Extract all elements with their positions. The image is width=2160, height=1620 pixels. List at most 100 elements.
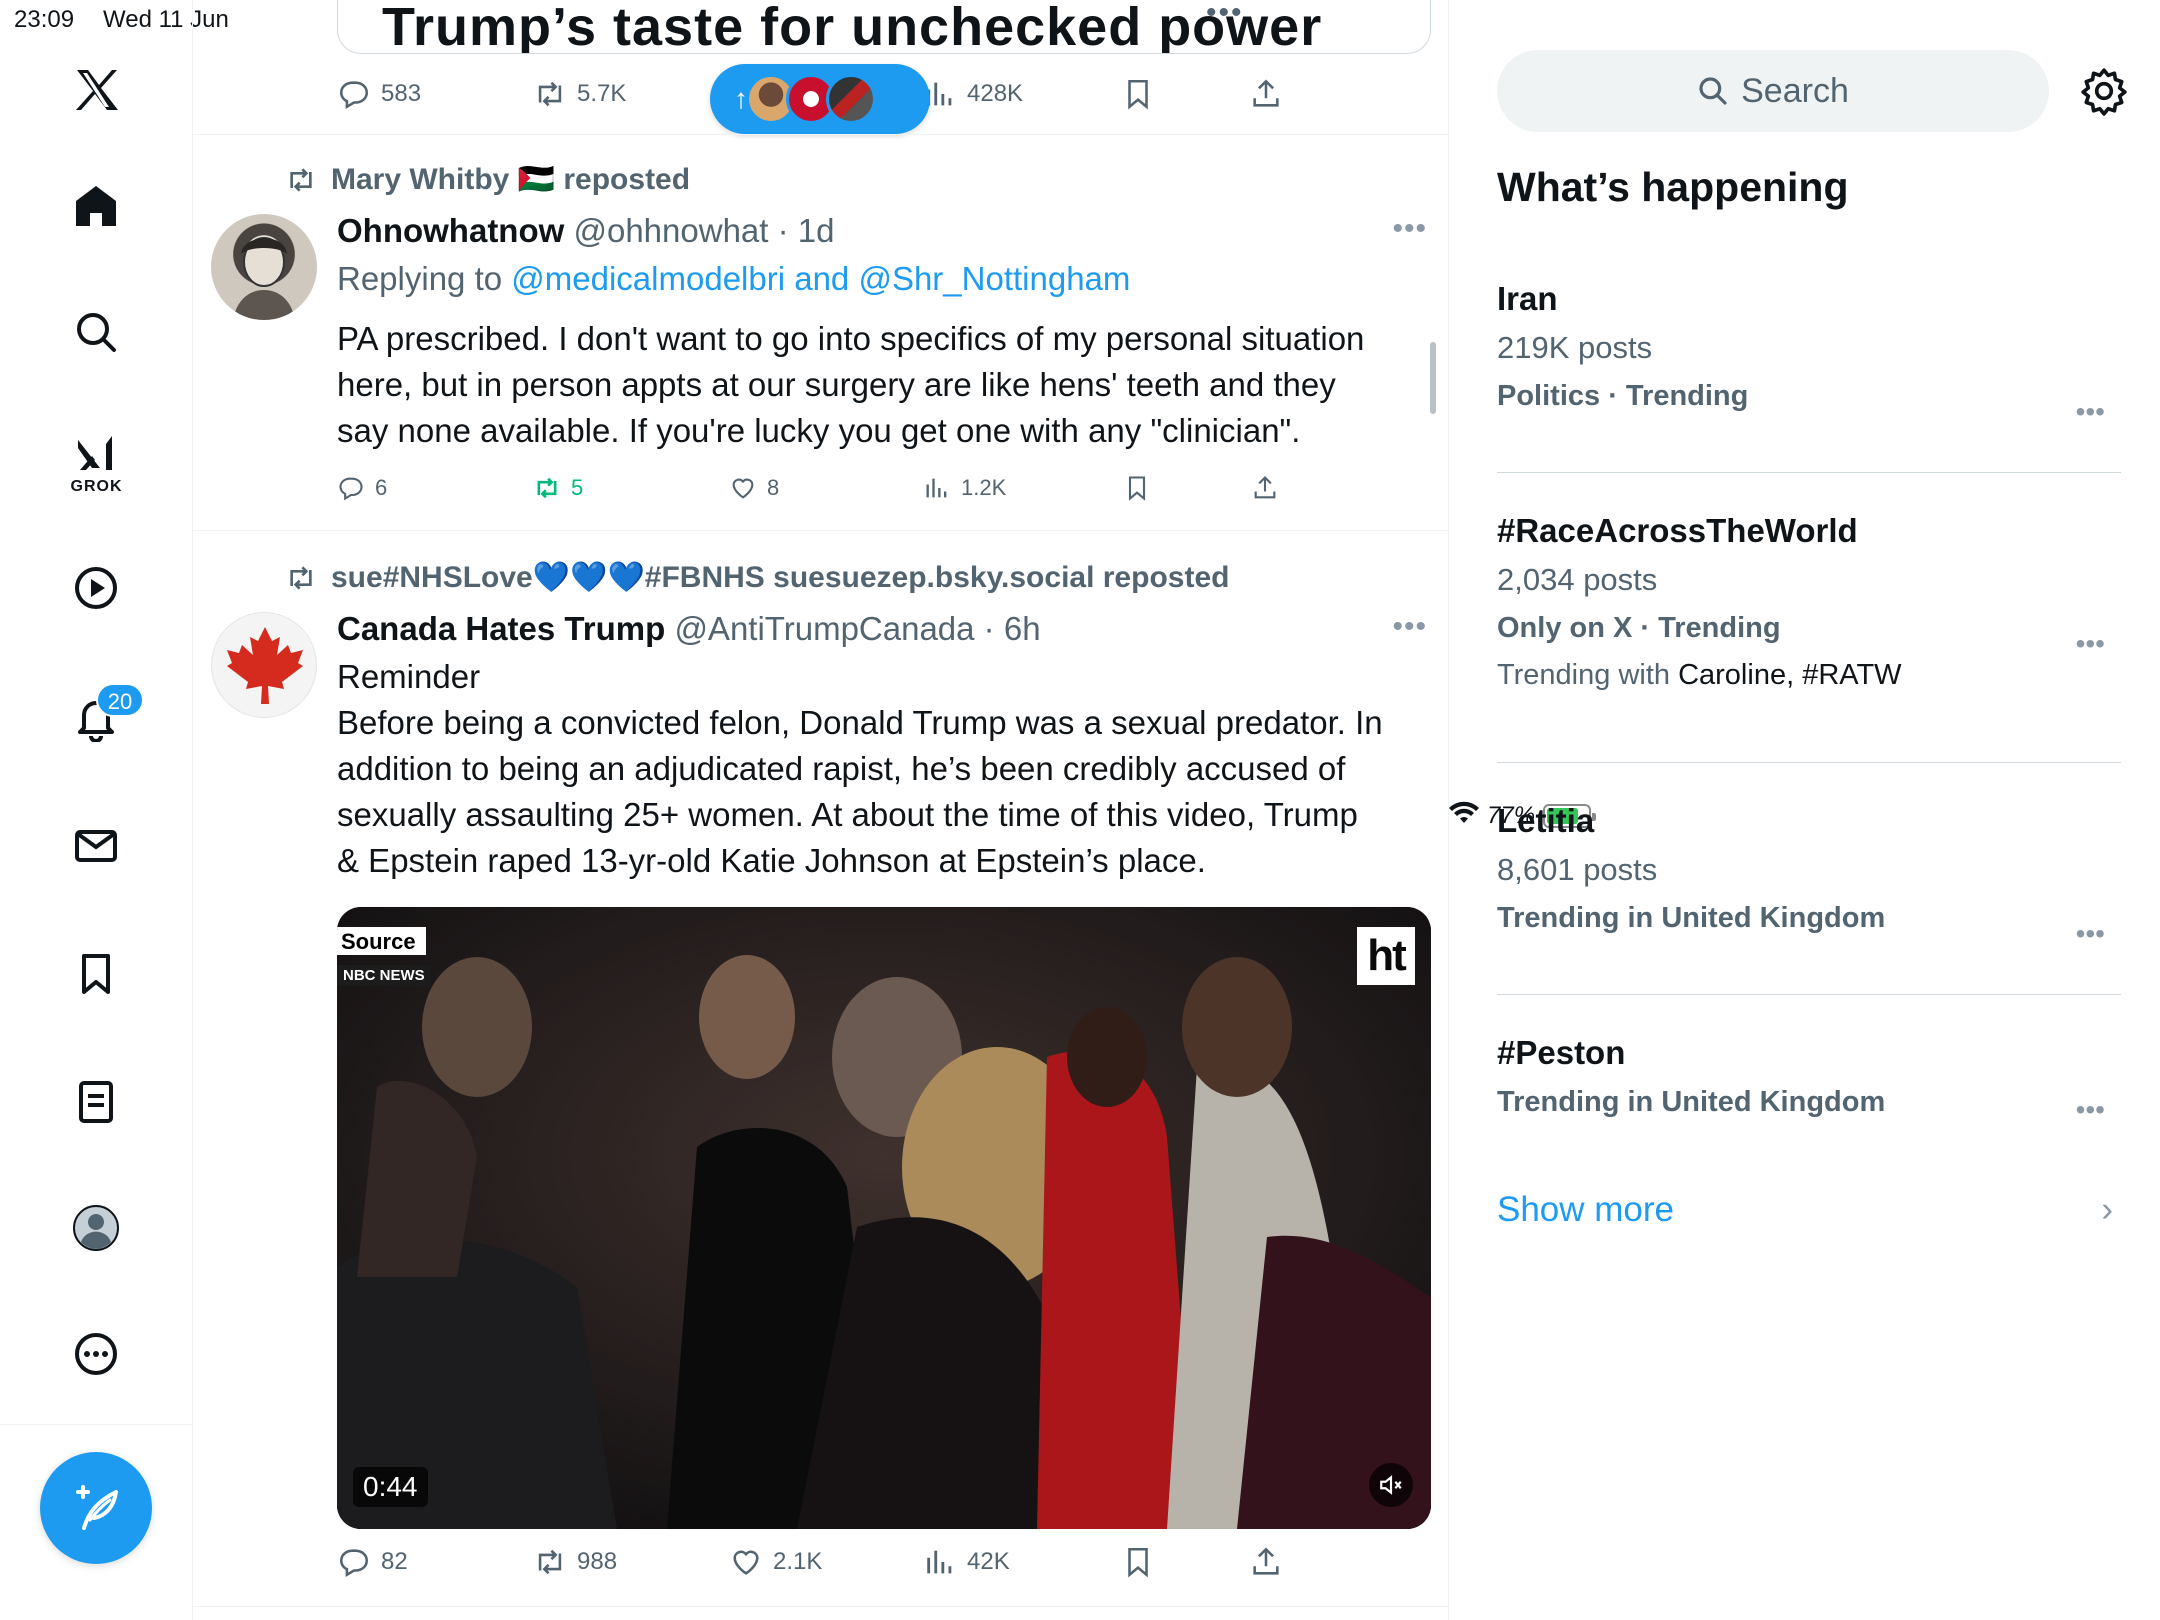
reply-count: 583: [381, 80, 422, 107]
repost-button[interactable]: 5: [533, 474, 583, 502]
trend-category: Only on X · Trending: [1497, 612, 1781, 644]
trend-title: Iran: [1497, 280, 1558, 317]
bookmark-icon: [1128, 1547, 1148, 1578]
search-input[interactable]: Search: [1497, 50, 2049, 132]
tweet-text: Reminder Before being a convicted felon,…: [337, 654, 1437, 884]
tweet-more-icon[interactable]: •••: [1392, 212, 1427, 246]
trend-more-icon[interactable]: •••: [2076, 918, 2105, 950]
previous-tweet-card[interactable]: Trump’s taste for unchecked power •••: [337, 0, 1431, 54]
trend-more-icon[interactable]: •••: [2076, 1094, 2105, 1126]
bookmark-button[interactable]: [1121, 1545, 1155, 1579]
repost-icon: [290, 565, 312, 590]
trending-with-prefix: Trending with: [1497, 659, 1671, 691]
user-avatar[interactable]: [211, 612, 317, 718]
card-headline: Trump’s taste for unchecked power: [382, 0, 1323, 54]
user-handle[interactable]: @ohhnowhat: [573, 212, 768, 249]
reply-button[interactable]: 583: [337, 77, 421, 111]
home-icon[interactable]: [64, 174, 128, 238]
scrollbar[interactable]: [1430, 342, 1436, 414]
messages-icon[interactable]: [64, 814, 128, 878]
tweet-text-line: Before being a convicted felon, Donald T…: [337, 704, 1383, 741]
trending-with: Trending with Caroline, #RATW: [1497, 659, 2121, 692]
compose-post-button[interactable]: [40, 1452, 152, 1564]
compose-feather-icon: [76, 1485, 118, 1530]
tweet-time[interactable]: 1d: [798, 212, 835, 249]
tweet-text-line: here, but in person appts at our surgery…: [337, 366, 1336, 403]
bookmark-icon: [1128, 476, 1146, 501]
mute-button[interactable]: [1369, 1463, 1413, 1507]
repost-button[interactable]: 988: [533, 1545, 617, 1579]
card-more-icon[interactable]: •••: [1206, 0, 1244, 30]
tweet-time[interactable]: 6h: [1004, 610, 1041, 647]
bookmark-icon: [1128, 79, 1148, 110]
tweet-divider: [193, 134, 1448, 135]
repost-icon: [538, 81, 562, 107]
reply-icon: [339, 477, 363, 501]
heart-icon: [733, 1550, 759, 1575]
trend-more-icon[interactable]: •••: [2076, 396, 2105, 428]
user-handle[interactable]: @AntiTrumpCanada: [674, 610, 974, 647]
x-logo-icon[interactable]: [64, 58, 128, 122]
more-options-icon[interactable]: [64, 1322, 128, 1386]
tweet-text-line: say none available. If you're lucky you …: [337, 412, 1301, 449]
settings-gear-icon[interactable]: [2079, 66, 2129, 116]
share-button[interactable]: [1249, 77, 1283, 111]
tweet-text: PA prescribed. I don't want to go into s…: [337, 316, 1437, 454]
replying-users-link[interactable]: @medicalmodelbri and @Shr_Nottingham: [511, 260, 1130, 297]
tweet-more-icon[interactable]: •••: [1392, 610, 1427, 644]
share-button[interactable]: [1249, 1545, 1283, 1579]
new-posts-pill[interactable]: ↑: [710, 64, 930, 134]
share-icon: [1253, 1547, 1279, 1575]
video-duration: 0:44: [353, 1467, 428, 1507]
trend-divider: [1497, 994, 2121, 995]
reply-button[interactable]: 6: [337, 474, 387, 502]
like-button[interactable]: 8: [729, 474, 779, 502]
search-icon[interactable]: [64, 300, 128, 364]
views-button[interactable]: 1.2K: [923, 474, 1006, 502]
views-button[interactable]: 428K: [923, 77, 1023, 111]
left-nav: GROK 20: [0, 0, 193, 1620]
tweet-divider: [193, 1606, 1448, 1607]
like-button[interactable]: 2.1K: [729, 1545, 822, 1579]
bookmarks-icon[interactable]: [64, 942, 128, 1006]
bookmark-button[interactable]: [1123, 474, 1151, 502]
dot-separator: ·: [974, 610, 1004, 647]
reply-count: 82: [381, 1548, 408, 1575]
trend-item[interactable]: Iran 219K posts Politics · Trending •••: [1497, 280, 2121, 440]
dot-separator: ·: [768, 212, 798, 249]
show-more-label: Show more: [1497, 1190, 1675, 1229]
repost-button[interactable]: 5.7K: [533, 77, 626, 111]
trend-divider: [1497, 762, 2121, 763]
share-button[interactable]: [1251, 474, 1279, 502]
display-name[interactable]: Canada Hates Trump: [337, 610, 665, 647]
tweet-video[interactable]: Source NBC NEWS ht 0:44: [337, 907, 1431, 1529]
grok-icon[interactable]: [64, 422, 128, 486]
views-count: 1.2K: [961, 475, 1007, 500]
display-name[interactable]: Ohnowhatnow: [337, 212, 564, 249]
trending-with-terms[interactable]: Caroline, #RATW: [1678, 659, 1901, 691]
video-icon[interactable]: [64, 556, 128, 620]
chevron-right-icon: ›: [2101, 1190, 2113, 1229]
repost-context-text: Mary Whitby 🇵🇸 reposted: [331, 163, 691, 196]
trend-item[interactable]: #RaceAcrossTheWorld 2,034 posts Only on …: [1497, 512, 2121, 732]
maple-leaf-icon: [227, 627, 303, 704]
trend-title: #RaceAcrossTheWorld: [1497, 512, 1858, 549]
lists-icon[interactable]: [64, 1070, 128, 1134]
trend-posts: 8,601 posts: [1497, 852, 1658, 887]
right-sidebar: Search What’s happening Iran 219K posts …: [1449, 0, 2160, 1620]
trend-item[interactable]: #Peston Trending in United Kingdom •••: [1497, 1034, 2121, 1144]
trend-item[interactable]: Letitia 8,601 posts Trending in United K…: [1497, 802, 2121, 962]
reply-button[interactable]: 82: [337, 1545, 408, 1579]
reply-count: 6: [375, 475, 388, 500]
show-more-link[interactable]: Show more ›: [1497, 1190, 2121, 1230]
repost-count: 5.7K: [577, 80, 627, 107]
tweet-header: Canada Hates Trump @AntiTrumpCanada · 6h: [337, 610, 1041, 648]
trend-posts: 219K posts: [1497, 330, 1653, 365]
replying-prefix: Replying to: [337, 260, 503, 297]
trend-more-icon[interactable]: •••: [2076, 628, 2105, 660]
repost-icon: [290, 167, 312, 192]
profile-avatar-icon[interactable]: [64, 1196, 128, 1260]
bookmark-button[interactable]: [1121, 77, 1155, 111]
views-button[interactable]: 42K: [923, 1545, 1010, 1579]
user-avatar[interactable]: [211, 214, 317, 320]
